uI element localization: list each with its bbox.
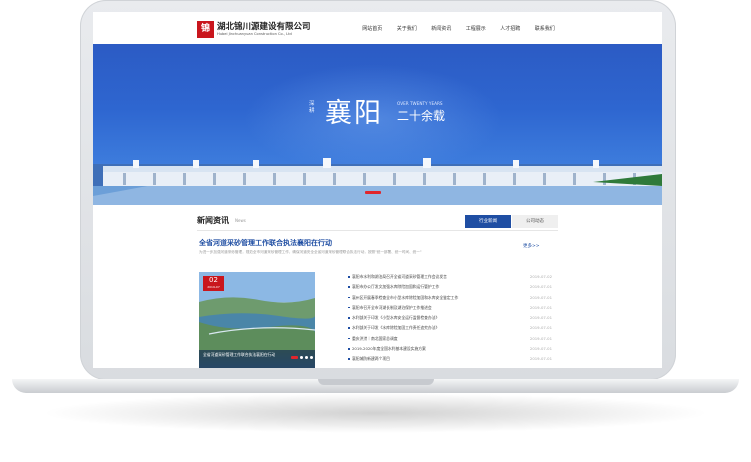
company-name-en: Hubei Jinchuanyuan Construction Co., Ltd — [217, 32, 292, 36]
list-item[interactable]: 水利部关于印发《水库除险加固工作责任追究办法》 2019-07-01 — [340, 323, 558, 333]
featured-day: 02 — [209, 276, 218, 284]
carousel-dot[interactable] — [300, 356, 303, 359]
list-item[interactable]: 襄阳市办公厅发文加强水库除险加固和运行管护工作 2019-07-01 — [340, 282, 558, 292]
bullet-icon — [348, 337, 350, 340]
list-item[interactable]: 重庆洪涝｜南北国家总调度 2019-07-01 — [340, 334, 558, 344]
news-date: 2019-07-01 — [529, 325, 552, 331]
carousel-dot[interactable] — [310, 356, 313, 359]
site-header: 锦川 湖北锦川源建设有限公司 Hubei Jinchuanyuan Constr… — [93, 12, 662, 51]
news-title[interactable]: 2019-2020年度全国水利基本建设实施方案 — [352, 346, 502, 352]
news-title[interactable]: 水利部关于印发《小型水库安全运行监督检查办法》 — [352, 315, 502, 321]
bullet-icon — [348, 327, 350, 329]
featured-news-image[interactable]: 02 2019-07 全省河道采砂管理工作联合执法襄阳在行动 — [199, 272, 315, 368]
featured-year-month: 2019-07 — [207, 285, 220, 289]
carousel-dot-active[interactable] — [291, 356, 298, 359]
nav-careers[interactable]: 人才招聘 — [493, 25, 528, 32]
banner-en-tagline: OVER TWENTY YEARS — [397, 101, 443, 106]
news-title[interactable]: 襄阳城防新建两个项目 — [352, 356, 502, 362]
banner-subtitle: 二十余载 — [397, 109, 446, 123]
news-date: 2019-07-01 — [529, 356, 552, 362]
main-nav: 网站首页 关于我们 新闻资讯 工程展示 人才招聘 联系我们 — [355, 25, 562, 32]
section-title: 新闻资讯 — [197, 216, 229, 225]
news-title[interactable]: 襄州区开展春季检查全市小型水库除险加固和水库安全鉴定工作 — [352, 295, 502, 301]
list-item[interactable]: 水利部关于印发《小型水库安全运行监督检查办法》 2019-07-01 — [340, 313, 558, 323]
list-item[interactable]: 襄州区开展春季检查全市小型水库除险加固和水库安全鉴定工作 2019-07-01 — [340, 293, 558, 303]
featured-date-badge: 02 2019-07 — [203, 276, 224, 291]
dam-illustration — [93, 158, 662, 205]
nav-home[interactable]: 网站首页 — [355, 25, 390, 32]
news-date: 2019-07-01 — [529, 335, 552, 341]
list-item[interactable]: 襄阳市水利和湖泊局召开全省河道采砂管理工作会议发言 2019-07-02 — [340, 272, 558, 282]
bullet-icon — [348, 348, 350, 350]
featured-caption[interactable]: 全省河道采砂管理工作联合执法襄阳在行动 — [199, 350, 315, 368]
bullet-icon — [348, 358, 350, 360]
section-divider — [197, 230, 558, 231]
company-name[interactable]: 湖北锦川源建设有限公司 — [217, 20, 311, 32]
bullet-icon — [348, 276, 350, 278]
news-date: 2019-07-01 — [529, 346, 552, 352]
featured-carousel-dots — [289, 356, 313, 359]
nav-projects[interactable]: 工程展示 — [459, 25, 494, 32]
news-list: 襄阳市水利和湖泊局召开全省河道采砂管理工作会议发言 2019-07-02 襄阳市办… — [340, 272, 558, 365]
headline-description: 为进一步加强河道采砂管理，规范全市河道采砂管理工作，确保河道安全全省河道采砂管理… — [199, 250, 422, 254]
news-title[interactable]: 襄阳市办公厅发文加强水库除险加固和运行管护工作 — [352, 284, 502, 290]
banner-title: 襄阳 — [325, 98, 383, 129]
news-title[interactable]: 襄阳市水利和湖泊局召开全省河道采砂管理工作会议发言 — [352, 274, 502, 280]
nav-news[interactable]: 新闻资讯 — [424, 25, 459, 32]
hero-banner[interactable]: 深耕 襄阳 OVER TWENTY YEARS 二十余载 — [93, 44, 662, 205]
carousel-dot[interactable] — [305, 356, 308, 359]
bullet-icon — [348, 317, 350, 319]
headline-link[interactable]: 全省河道采砂管理工作联合执法襄阳在行动 — [199, 238, 332, 248]
news-date: 2019-07-01 — [529, 304, 552, 310]
news-date: 2019-07-01 — [529, 284, 552, 290]
nav-contact[interactable]: 联系我们 — [528, 25, 563, 32]
website-screen: 锦川 湖北锦川源建设有限公司 Hubei Jinchuanyuan Constr… — [93, 12, 662, 368]
list-item[interactable]: 襄阳市召开全市河湖长制及湖泊保护工作推进会 2019-07-01 — [340, 303, 558, 313]
tab-industry-news[interactable]: 行业新闻 — [465, 215, 511, 228]
list-item[interactable]: 襄阳城防新建两个项目 2019-07-01 — [340, 354, 558, 364]
bullet-icon — [348, 296, 350, 299]
company-logo-icon[interactable]: 锦川 — [197, 21, 214, 51]
news-title[interactable]: 水利部关于印发《水库除险加固工作责任追究办法》 — [352, 325, 502, 331]
monitor-base-notch — [318, 379, 434, 385]
device-shadow — [40, 393, 711, 433]
section-subtitle: News — [235, 218, 246, 223]
tab-company-news[interactable]: 公司动态 — [512, 215, 558, 228]
news-date: 2019-07-02 — [529, 274, 552, 279]
more-link[interactable]: 更多>> — [523, 243, 540, 249]
banner-vertical-text: 深耕 — [309, 101, 315, 114]
news-date: 2019-07-01 — [529, 294, 552, 300]
bullet-icon — [348, 286, 350, 288]
news-date: 2019-07-01 — [529, 315, 552, 321]
bullet-icon — [348, 306, 350, 309]
news-title[interactable]: 重庆洪涝｜南北国家总调度 — [352, 336, 502, 342]
list-item[interactable]: 2019-2020年度全国水利基本建设实施方案 2019-07-01 — [340, 344, 558, 354]
carousel-indicator[interactable] — [365, 191, 381, 194]
nav-about[interactable]: 关于我们 — [390, 25, 425, 32]
news-title[interactable]: 襄阳市召开全市河湖长制及湖泊保护工作推进会 — [352, 305, 502, 311]
